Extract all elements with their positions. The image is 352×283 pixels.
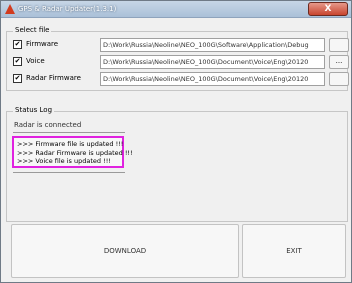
exit-button[interactable]: EXIT <box>242 224 346 278</box>
close-icon: X <box>324 4 332 14</box>
download-button-label: DOWNLOAD <box>103 247 147 255</box>
updater-window: GPS & Radar Updater(1.3.1) X Select file… <box>0 0 352 283</box>
log-line: >>> Voice file is updated !!! <box>17 157 111 165</box>
window-title: GPS & Radar Updater(1.3.1) <box>18 5 117 13</box>
radar-firmware-label: Radar Firmware <box>26 74 81 82</box>
close-button[interactable]: X <box>308 2 348 16</box>
warning-triangle-icon <box>5 4 15 14</box>
log-line: >>> Firmware file is updated !!! <box>17 140 124 148</box>
log-line: >>> Radar Firmware is updated !!! <box>17 148 133 157</box>
select-file-title: Select file <box>13 26 52 34</box>
log-box[interactable]: >>> Firmware file is updated !!! >>> Rad… <box>12 136 133 168</box>
firmware-browse-button[interactable] <box>329 38 349 52</box>
radar-firmware-row: ✔ Radar Firmware D:\Work\Russia\Neoline\… <box>13 72 349 86</box>
firmware-row: ✔ Firmware D:\Work\Russia\Neoline\NEO_10… <box>13 38 349 52</box>
firmware-checkbox[interactable]: ✔ <box>13 40 22 49</box>
select-file-group: Select file ✔ Firmware D:\Work\Russia\Ne… <box>6 26 349 91</box>
firmware-path-field[interactable]: D:\Work\Russia\Neoline\NEO_100G\Software… <box>100 38 325 52</box>
radar-firmware-browse-button[interactable] <box>329 72 349 86</box>
radar-firmware-path-field[interactable]: D:\Work\Russia\Neoline\NEO_100G\Document… <box>100 72 325 86</box>
log-divider <box>13 172 125 173</box>
voice-label: Voice <box>26 57 45 65</box>
voice-checkbox[interactable]: ✔ <box>13 57 22 66</box>
download-button[interactable]: DOWNLOAD <box>11 224 239 278</box>
firmware-label: Firmware <box>26 40 59 48</box>
voice-browse-button[interactable]: ... <box>329 55 349 69</box>
radar-firmware-checkbox[interactable]: ✔ <box>13 74 22 83</box>
status-text: Radar is connected <box>14 121 82 129</box>
exit-button-label: EXIT <box>286 247 302 255</box>
status-log-group: Status Log Radar is connected >>> Firmwa… <box>6 106 348 222</box>
title-bar[interactable]: GPS & Radar Updater(1.3.1) X <box>1 1 351 18</box>
status-log-title: Status Log <box>13 106 55 114</box>
voice-row: ✔ Voice D:\Work\Russia\Neoline\NEO_100G\… <box>13 55 349 69</box>
status-divider <box>13 132 125 133</box>
voice-path-field[interactable]: D:\Work\Russia\Neoline\NEO_100G\Document… <box>100 55 325 69</box>
